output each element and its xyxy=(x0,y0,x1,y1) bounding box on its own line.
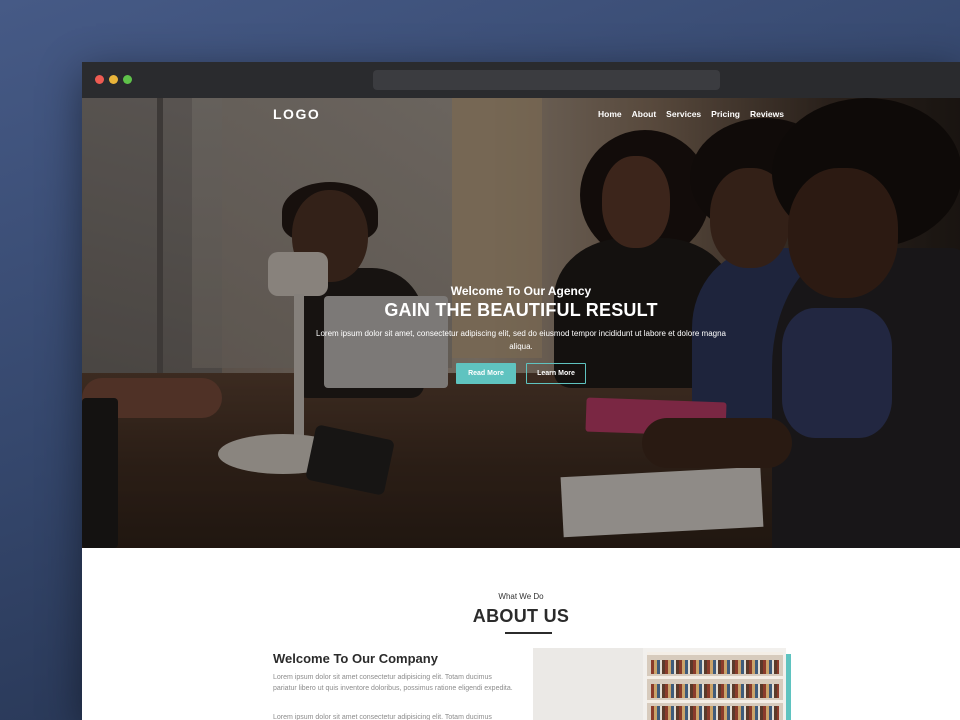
company-paragraph: Lorem ipsum dolor sit amet consectetur a… xyxy=(273,674,513,692)
about-title-underline xyxy=(505,632,552,634)
minimize-window-button[interactable] xyxy=(109,75,118,84)
nav-menu: Home About Services Pricing Reviews xyxy=(598,109,784,119)
about-section: What We Do ABOUT US Welcome To Our Compa… xyxy=(82,548,960,720)
hero-section: LOGO Home About Services Pricing Reviews… xyxy=(82,98,960,548)
close-window-button[interactable] xyxy=(95,75,104,84)
about-title: ABOUT US xyxy=(472,606,570,626)
nav-item-reviews[interactable]: Reviews xyxy=(750,109,784,119)
about-eyebrow: What We Do xyxy=(498,592,544,601)
site-logo[interactable]: LOGO xyxy=(273,106,320,122)
maximize-window-button[interactable] xyxy=(123,75,132,84)
hero-headline: GAIN THE BEAUTIFUL RESULT xyxy=(384,300,658,320)
hero-eyebrow: Welcome To Our Agency xyxy=(450,284,592,298)
nav-item-services[interactable]: Services xyxy=(666,109,701,119)
bookshelf-image xyxy=(647,652,783,720)
address-bar[interactable] xyxy=(373,70,720,90)
nav-item-home[interactable]: Home xyxy=(598,109,622,119)
site-navbar: LOGO Home About Services Pricing Reviews xyxy=(82,98,960,132)
hero-content: Welcome To Our Agency GAIN THE BEAUTIFUL… xyxy=(82,284,960,384)
browser-titlebar xyxy=(82,62,960,98)
company-paragraph-2: Lorem ipsum dolor sit amet consectetur a… xyxy=(273,714,492,720)
company-title: Welcome To Our Company xyxy=(273,651,438,666)
about-image xyxy=(533,648,786,720)
nav-item-pricing[interactable]: Pricing xyxy=(711,109,740,119)
hero-subtext: Lorem ipsum dolor sit amet, consectetur … xyxy=(316,329,726,351)
hero-buttons: Read More Learn More xyxy=(82,363,960,384)
read-more-button[interactable]: Read More xyxy=(456,363,516,384)
nav-item-about[interactable]: About xyxy=(632,109,657,119)
learn-more-button[interactable]: Learn More xyxy=(526,363,586,384)
browser-window: LOGO Home About Services Pricing Reviews… xyxy=(82,62,960,720)
